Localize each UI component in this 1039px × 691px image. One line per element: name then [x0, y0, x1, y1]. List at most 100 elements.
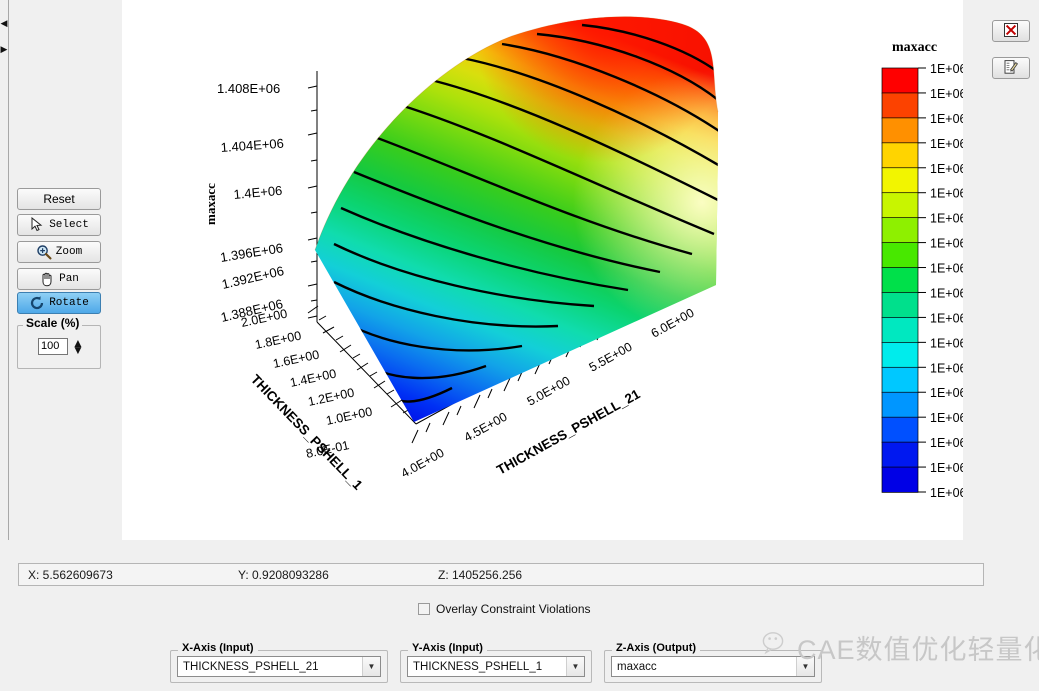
select-button-label: Select [49, 219, 89, 231]
colorbar-swatch [881, 192, 919, 219]
colorbar-swatch [881, 391, 919, 418]
zoom-button-label: Zoom [55, 246, 83, 258]
colorbar-tick-label: 1E+06 [930, 386, 963, 400]
x-tick-label: 4.5E+00 [462, 410, 510, 445]
colorbar-tick-label: 1E+06 [930, 311, 963, 325]
plot-window: ◀ ▶ Reset Select Zoom Pan Rotate 100 ▲ ▼… [0, 0, 1039, 691]
colorbar-tick-label: 1E+06 [930, 411, 963, 425]
pan-button[interactable]: Pan [17, 268, 101, 290]
z-tick-label: 1.396E+06 [219, 240, 284, 265]
y-tick-label: 1.2E+00 [307, 385, 356, 408]
hand-icon [39, 271, 55, 287]
y-axis-select-value: THICKNESS_PSHELL_1 [413, 660, 543, 673]
z-axis-title: maxacc [203, 183, 218, 225]
status-y-value: Y: 0.9208093286 [238, 567, 329, 582]
colorbar-swatch [881, 142, 919, 169]
y-tick-label: 1.6E+00 [272, 347, 321, 370]
y-axis-group: Y-Axis (Input) THICKNESS_PSHELL_1 ▼ [400, 642, 592, 683]
scale-decrement-icon[interactable]: ▼ [72, 344, 84, 356]
y-tick-label: 1.0E+00 [325, 404, 374, 427]
z-axis-select[interactable]: maxacc ▼ [611, 656, 815, 677]
delete-plot-button[interactable] [992, 20, 1030, 42]
response-surface[interactable] [302, 0, 732, 440]
colorbar-swatch [881, 217, 919, 244]
colorbar-swatch [881, 416, 919, 443]
colorbar-tick-label: 1E+06 [930, 137, 963, 151]
colorbar-swatch [881, 167, 919, 194]
colorbar-tick-label: 1E+06 [930, 461, 963, 475]
colorbar-swatch [881, 466, 919, 493]
zoom-button[interactable]: Zoom [17, 241, 101, 263]
magnifier-plus-icon [36, 244, 52, 260]
watermark-text: CAE数值优化轻量化 [797, 635, 1039, 665]
colorbar-swatch [881, 92, 919, 119]
scale-input[interactable]: 100 [38, 338, 68, 355]
edit-pencil-icon [1003, 59, 1019, 78]
colorbar-tick-label: 1E+06 [930, 237, 963, 251]
colorbar-swatch [881, 292, 919, 319]
surface-plot[interactable]: 1.408E+06 1.404E+06 1.4E+06 1.396E+06 1.… [122, 0, 963, 540]
splitter-expand-right-icon[interactable]: ▶ [0, 44, 8, 54]
colorbar-tick-label: 1E+06 [930, 187, 963, 201]
chevron-down-icon[interactable]: ▼ [362, 657, 380, 676]
z-tick-label: 1.4E+06 [233, 183, 283, 202]
colorbar-labels: 1E+06 1E+06 1E+06 1E+06 1E+06 1E+06 1E+06 1E+06… [930, 62, 963, 500]
status-z-value: Z: 1405256.256 [438, 567, 523, 582]
rotate-button[interactable]: Rotate [17, 292, 101, 314]
reset-button-label: Reset [43, 192, 75, 206]
x-axis-title: THICKNESS_PSHELL_21 [494, 386, 643, 478]
plot-canvas[interactable]: 1.408E+06 1.404E+06 1.4E+06 1.396E+06 1.… [122, 0, 963, 540]
colorbar-tick-label: 1E+06 [930, 162, 963, 176]
colorbar-tick-label: 1E+06 [930, 62, 963, 76]
colorbar-swatch [881, 67, 919, 94]
colorbar-swatch [881, 366, 919, 393]
colorbar-tick-label: 1E+06 [930, 286, 963, 300]
overlay-constraint-violations-row[interactable]: Overlay Constraint Violations [418, 602, 591, 616]
rotate-button-label: Rotate [49, 297, 89, 309]
colorbar-title: maxacc [892, 40, 937, 55]
colorbar: maxacc 1E+061E+061E+061E+061E+061E+061E+… [881, 40, 963, 500]
red-x-box-icon [1003, 22, 1019, 41]
colorbar-ticks [918, 67, 926, 493]
chevron-down-icon[interactable]: ▼ [796, 657, 814, 676]
colorbar-swatch [881, 117, 919, 144]
x-tick-label: 5.5E+00 [587, 340, 635, 375]
x-axis-group-label: X-Axis (Input) [178, 642, 258, 654]
x-axis-group: X-Axis (Input) THICKNESS_PSHELL_21 ▼ [170, 642, 388, 683]
z-tick-label: 1.408E+06 [217, 81, 280, 96]
colorbar-tick-label: 1E+06 [930, 262, 963, 276]
y-axis-select[interactable]: THICKNESS_PSHELL_1 ▼ [407, 656, 585, 677]
overlay-constraint-violations-checkbox[interactable] [418, 603, 430, 615]
z-axis-group: Z-Axis (Output) maxacc ▼ [604, 642, 822, 683]
colorbar-tick-label: 1E+06 [930, 361, 963, 375]
scale-spinner-arrows[interactable]: ▲ ▼ [72, 337, 84, 356]
reset-button[interactable]: Reset [17, 188, 101, 210]
status-x-value: X: 5.562609673 [28, 567, 113, 582]
overlay-constraint-violations-label: Overlay Constraint Violations [436, 602, 591, 616]
left-splitter[interactable]: ◀ ▶ [0, 0, 9, 540]
tool-panel: Reset Select Zoom Pan Rotate 100 ▲ ▼ Sca… [9, 0, 121, 540]
chevron-down-icon[interactable]: ▼ [566, 657, 584, 676]
x-tick-label: 5.0E+00 [525, 374, 573, 409]
colorbar-swatch [881, 242, 919, 269]
pan-button-label: Pan [59, 273, 79, 285]
colorbar-swatch [881, 441, 919, 468]
x-axis-select[interactable]: THICKNESS_PSHELL_21 ▼ [177, 656, 381, 677]
colorbar-tick-label: 1E+06 [930, 486, 963, 500]
coordinate-status-bar: X: 5.562609673 Y: 0.9208093286 Z: 140525… [18, 563, 984, 586]
splitter-collapse-left-icon[interactable]: ◀ [0, 18, 8, 28]
colorbar-tick-label: 1E+06 [930, 212, 963, 226]
z-axis [307, 71, 318, 322]
cursor-arrow-icon [29, 216, 45, 233]
colorbar-tick-label: 1E+06 [930, 436, 963, 450]
scale-group-label: Scale (%) [23, 316, 83, 330]
colorbar-tick-label: 1E+06 [930, 87, 963, 101]
z-axis-group-label: Z-Axis (Output) [612, 642, 701, 654]
select-button[interactable]: Select [17, 214, 101, 236]
x-axis-select-value: THICKNESS_PSHELL_21 [183, 660, 319, 673]
colorbar-swatches [881, 67, 919, 493]
edit-plot-button[interactable] [992, 57, 1030, 79]
colorbar-swatch [881, 342, 919, 369]
scale-stepper[interactable]: 100 ▲ ▼ [38, 337, 84, 356]
colorbar-tick-label: 1E+06 [930, 112, 963, 126]
